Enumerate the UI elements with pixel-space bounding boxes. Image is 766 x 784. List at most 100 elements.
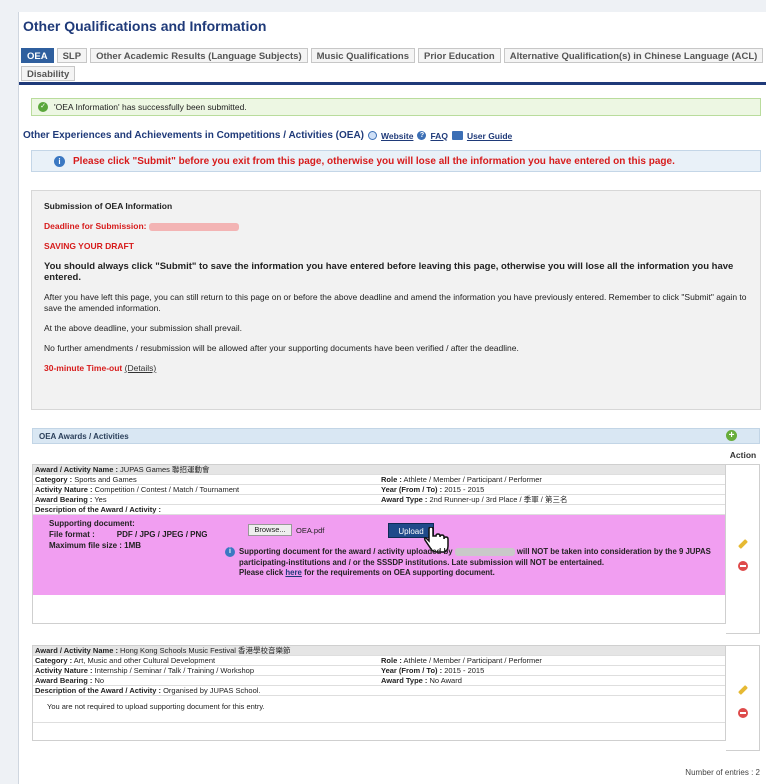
upload-panel: Supporting document: File format : PDF / …: [33, 515, 725, 595]
delete-icon[interactable]: [738, 708, 748, 718]
submission-title: Submission of OEA Information: [44, 201, 173, 211]
requirements-link[interactable]: here: [285, 568, 301, 577]
activity-nature: Competition / Contest / Match / Tourname…: [94, 485, 240, 494]
award-name: Hong Kong Schools Music Festival 香港學校音樂節: [120, 646, 291, 655]
award-bearing: Yes: [94, 495, 107, 504]
award-name: JUPAS Games 聯招運動會: [120, 465, 210, 474]
submission-panel: Submission of OEA Information Deadline f…: [31, 190, 761, 410]
section-title: Other Experiences and Achievements in Co…: [23, 130, 365, 141]
warning-banner: i Please click "Submit" before you exit …: [31, 150, 761, 172]
award-entry: Award / Activity Name : JUPAS Games 聯招運動…: [32, 464, 726, 624]
tab-slp[interactable]: SLP: [56, 48, 88, 63]
field-label: Description of the Award / Activity :: [35, 686, 161, 695]
delete-icon[interactable]: [738, 561, 748, 571]
field-label: Role :: [381, 656, 402, 665]
format-value: PDF / JPG / JPEG / PNG: [116, 530, 208, 539]
award-type: 2nd Runner-up / 3rd Place / 季軍 / 第三名: [429, 495, 568, 504]
field-label: Category :: [35, 656, 73, 665]
save-instruction: You should always click "Submit" to save…: [44, 261, 734, 283]
award-year: 2015 - 2015: [444, 666, 485, 675]
field-label: Award Bearing :: [35, 676, 93, 685]
field-label: Role :: [381, 475, 402, 484]
activity-nature: Internship / Seminar / Talk / Training /…: [94, 666, 254, 675]
upload-note: Supporting document for the award / acti…: [239, 547, 719, 579]
book-icon: [451, 131, 463, 140]
edit-pencil-icon[interactable]: [738, 539, 748, 549]
field-label: Award Bearing :: [35, 495, 93, 504]
tab-bar: OEA SLP Other Academic Results (Language…: [21, 48, 765, 81]
award-category: Art, Music and other Cultural Developmen…: [73, 656, 216, 665]
browse-button[interactable]: Browse...: [248, 524, 292, 536]
tab-divider: [19, 82, 766, 85]
field-label: Award Type :: [381, 676, 428, 685]
award-category: Sports and Games: [74, 475, 137, 484]
award-type: No Award: [429, 676, 462, 685]
action-column-header: Action: [729, 450, 757, 460]
deadline-label: Deadline for Submission:: [44, 221, 147, 231]
edit-pencil-icon[interactable]: [738, 685, 748, 695]
page-title: Other Qualifications and Information: [23, 18, 267, 34]
tab-disability[interactable]: Disability: [21, 66, 76, 81]
check-icon: ✓: [38, 102, 48, 112]
return-instruction: After you have left this page, you can s…: [44, 292, 747, 313]
note-text: Please click: [239, 568, 284, 577]
award-role: Athlete / Member / Participant / Perform…: [403, 656, 542, 665]
no-upload-note: You are not required to upload supportin…: [47, 702, 265, 711]
timeout-label: 30-minute Time-out: [44, 363, 123, 373]
action-cell: [726, 464, 760, 634]
user-guide-link[interactable]: User Guide: [467, 131, 512, 141]
award-year: 2015 - 2015: [444, 485, 485, 494]
award-description: Organised by JUPAS School.: [163, 686, 261, 695]
size-label: Maximum file size :: [49, 541, 122, 550]
info-icon: i: [54, 155, 65, 167]
action-cell: [726, 645, 760, 751]
info-icon: i: [225, 547, 235, 557]
entry-spacer: [33, 722, 725, 740]
deadline-note: At the above deadline, your submission s…: [44, 323, 242, 333]
field-label: Activity Nature :: [35, 666, 93, 675]
field-label: Activity Nature :: [35, 485, 93, 494]
award-role: Athlete / Member / Participant / Perform…: [403, 475, 542, 484]
field-label: Award / Activity Name :: [35, 646, 118, 655]
awards-title: OEA Awards / Activities: [39, 432, 129, 441]
format-label: File format :: [49, 530, 95, 539]
field-label: Year (From / To) :: [381, 666, 443, 675]
upload-labels: Supporting document: File format : PDF / …: [49, 518, 207, 551]
tab-acl[interactable]: Alternative Qualification(s) in Chinese …: [503, 48, 764, 63]
faq-icon: ?: [417, 131, 427, 140]
amendment-note: No further amendments / resubmission wil…: [44, 343, 519, 353]
saving-draft-label: SAVING YOUR DRAFT: [44, 241, 134, 251]
tab-oea[interactable]: OEA: [21, 48, 54, 63]
field-label: Category :: [35, 475, 73, 484]
redacted-text: [454, 547, 515, 556]
deadline-line: Deadline for Submission:: [44, 221, 750, 232]
success-message: 'OEA Information' has successfully been …: [54, 102, 247, 112]
note-text: Supporting document for the award / acti…: [239, 547, 453, 556]
website-link[interactable]: Website: [381, 131, 413, 141]
entries-count: Number of entries : 2: [685, 768, 760, 777]
tab-other-academic-results[interactable]: Other Academic Results (Language Subject…: [90, 48, 308, 63]
entry-spacer: [33, 595, 725, 623]
note-text: for the requirements on OEA supporting d…: [304, 568, 495, 577]
awards-header: OEA Awards / Activities +: [32, 428, 760, 444]
section-heading: Other Experiences and Achievements in Co…: [23, 130, 512, 141]
field-label: Award / Activity Name :: [35, 465, 118, 474]
tab-prior-education[interactable]: Prior Education: [418, 48, 501, 63]
field-label: Award Type :: [381, 495, 428, 504]
size-value: 1MB: [124, 541, 142, 550]
award-entry: Award / Activity Name : Hong Kong School…: [32, 645, 726, 741]
faq-link[interactable]: FAQ: [430, 131, 447, 141]
selected-filename: OEA.pdf: [296, 526, 325, 535]
doc-label: Supporting document:: [49, 519, 135, 528]
add-award-button[interactable]: +: [726, 430, 737, 441]
success-banner: ✓ 'OEA Information' has successfully bee…: [31, 98, 761, 116]
redacted-deadline: [148, 222, 239, 231]
warning-text: Please click "Submit" before you exit fr…: [73, 155, 675, 167]
globe-icon: [368, 131, 378, 140]
timeout-line: 30-minute Time-out (Details): [44, 363, 750, 374]
tab-music-qualifications[interactable]: Music Qualifications: [310, 48, 415, 63]
details-link[interactable]: (Details): [125, 363, 157, 373]
award-bearing: No: [94, 676, 105, 685]
field-label: Description of the Award / Activity :: [35, 505, 161, 514]
field-label: Year (From / To) :: [381, 485, 443, 494]
